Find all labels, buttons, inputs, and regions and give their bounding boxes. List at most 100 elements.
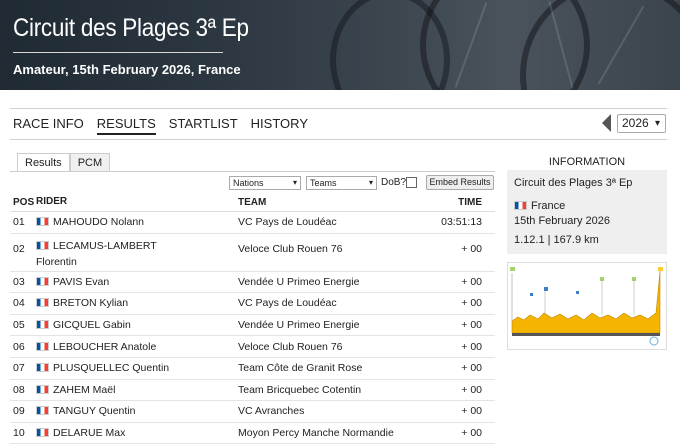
rider-name-link[interactable]: DELARUE Max — [53, 425, 125, 441]
france-flag-icon — [36, 240, 49, 250]
team-name-link[interactable]: Team Côte de Granit Rose — [238, 362, 428, 374]
teams-select[interactable]: Teams ▾ — [306, 176, 377, 190]
table-row: 10 DELARUE Max Moyon Percy Manche Norman… — [10, 423, 495, 445]
title-divider — [13, 52, 223, 53]
nav-history[interactable]: HISTORY — [251, 116, 308, 135]
team-name-link[interactable]: VC Pays de Loudéac — [238, 216, 428, 228]
row-pos: 03 — [13, 275, 25, 288]
stage-profile-graphic — [508, 263, 666, 349]
team-name-link[interactable]: Moyon Percy Manche Normandie — [238, 427, 428, 439]
header-team: TEAM — [238, 196, 267, 208]
info-race-name: Circuit des Plages 3ª Ep — [514, 177, 633, 189]
triangle-left-icon[interactable] — [602, 114, 611, 132]
team-name-link[interactable]: Vendée U Primeo Energie — [238, 319, 428, 331]
rider-name-link[interactable]: GICQUEL Gabin — [53, 317, 131, 333]
tabs-divider — [10, 171, 495, 172]
info-country-link[interactable]: France — [531, 200, 565, 212]
table-row: 02 LECAMUS-LAMBERT Florentin Veloce Club… — [10, 234, 495, 272]
row-time: + 00 — [461, 383, 482, 396]
nav-top-divider — [10, 108, 667, 109]
chevron-down-icon: ▾ — [368, 178, 373, 187]
table-row: 07 PLUSQUELLEC Quentin Team Côte de Gran… — [10, 358, 495, 380]
france-flag-icon — [36, 341, 49, 351]
france-flag-icon — [36, 384, 49, 394]
france-flag-icon — [36, 320, 49, 330]
row-time: + 00 — [461, 297, 482, 310]
teams-select-value: Teams — [310, 178, 337, 188]
rider-name-link[interactable]: PAVIS Evan — [53, 274, 109, 290]
race-header-banner: Circuit des Plages 3ª Ep Amateur, 15th F… — [0, 0, 680, 90]
rider-name-link[interactable]: LEBOUCHER Anatole — [53, 339, 156, 355]
table-row: 01 MAHOUDO Nolann VC Pays de Loudéac 03:… — [10, 212, 495, 234]
row-time: 03:51:13 — [441, 216, 482, 229]
nav-startlist[interactable]: STARTLIST — [169, 116, 238, 135]
info-country-row: France — [514, 196, 660, 215]
row-pos: 06 — [13, 340, 25, 353]
rider-name-link-continued[interactable]: Florentin — [36, 254, 77, 270]
france-flag-icon — [36, 298, 49, 308]
france-flag-icon — [36, 428, 49, 438]
row-pos: 05 — [13, 319, 25, 332]
tab-results[interactable]: Results — [17, 153, 70, 172]
dob-checkbox[interactable] — [406, 177, 417, 188]
result-tabs: Results PCM — [17, 153, 111, 172]
table-row: 03 PAVIS Evan Vendée U Primeo Energie + … — [10, 272, 495, 294]
rider-name-link[interactable]: MAHOUDO Nolann — [53, 214, 144, 230]
team-name-link[interactable]: VC Avranches — [238, 405, 428, 417]
rider-name-link[interactable]: ZAHEM Maël — [53, 382, 115, 398]
dob-label: DoB? — [381, 177, 407, 188]
team-name-link[interactable]: Team Bricquebec Cotentin — [238, 384, 428, 396]
header-time: TIME — [458, 196, 482, 208]
info-date: 15th February 2026 — [514, 215, 611, 227]
nav-bottom-divider — [10, 139, 667, 140]
row-time: + 00 — [461, 319, 482, 332]
table-row: 06 LEBOUCHER Anatole Veloce Club Rouen 7… — [10, 336, 495, 358]
race-subtitle: Amateur, 15th February 2026, France — [13, 62, 241, 77]
nav-race-info[interactable]: RACE INFO — [13, 116, 84, 135]
france-flag-icon — [514, 201, 527, 210]
header-rider: RIDER — [36, 196, 68, 207]
table-row: 08 ZAHEM Maël Team Bricquebec Cotentin +… — [10, 380, 495, 402]
rider-name-link[interactable]: TANGUY Quentin — [53, 403, 135, 419]
team-name-link[interactable]: Veloce Club Rouen 76 — [238, 238, 428, 255]
wheel-decoration — [330, 0, 450, 90]
france-flag-icon — [36, 276, 49, 286]
row-time: + 00 — [461, 362, 482, 375]
year-select[interactable]: 2026 ▾ — [617, 114, 666, 133]
info-classification: 1.12.1 | 167.9 km — [514, 234, 599, 246]
embed-results-button[interactable]: Embed Results — [426, 175, 494, 190]
row-pos: 07 — [13, 362, 25, 375]
row-time: + 00 — [461, 340, 482, 353]
nav-results[interactable]: RESULTS — [96, 116, 156, 135]
row-time: + 00 — [461, 242, 482, 255]
row-pos: 01 — [13, 216, 25, 229]
chevron-down-icon: ▾ — [292, 178, 297, 187]
race-title: Circuit des Plages 3ª Ep — [13, 14, 249, 42]
team-name-link[interactable]: Vendée U Primeo Energie — [238, 276, 428, 288]
team-name-link[interactable]: Veloce Club Rouen 76 — [238, 341, 428, 353]
year-select-value: 2026 — [622, 116, 649, 130]
table-row: 09 TANGUY Quentin VC Avranches + 00 — [10, 401, 495, 423]
row-pos: 09 — [13, 405, 25, 418]
table-row: 04 BRETON Kylian VC Pays de Loudéac + 00 — [10, 293, 495, 315]
information-heading: INFORMATION — [548, 156, 626, 168]
nations-select[interactable]: Nations ▾ — [229, 176, 301, 190]
stage-profile-image[interactable] — [507, 262, 667, 350]
row-pos: 10 — [13, 427, 25, 440]
table-header: POS RIDER TEAM TIME — [10, 193, 495, 212]
tab-pcm[interactable]: PCM — [69, 153, 111, 172]
rider-name-link[interactable]: PLUSQUELLEC Quentin — [53, 360, 169, 376]
row-time: + 00 — [461, 275, 482, 288]
wheel-decoration — [520, 0, 680, 90]
nations-select-value: Nations — [233, 178, 264, 188]
rider-name-link[interactable]: LECAMUS-LAMBERT — [53, 238, 157, 254]
team-name-link[interactable]: VC Pays de Loudéac — [238, 297, 428, 309]
row-time: + 00 — [461, 427, 482, 440]
france-flag-icon — [36, 406, 49, 416]
race-nav: RACE INFO RESULTS STARTLIST HISTORY — [13, 116, 321, 135]
row-pos: 04 — [13, 297, 25, 310]
row-pos: 08 — [13, 383, 25, 396]
rider-name-link[interactable]: BRETON Kylian — [53, 295, 128, 311]
results-table: POS RIDER TEAM TIME 01 MAHOUDO Nolann VC… — [10, 193, 495, 445]
france-flag-icon — [36, 217, 49, 227]
